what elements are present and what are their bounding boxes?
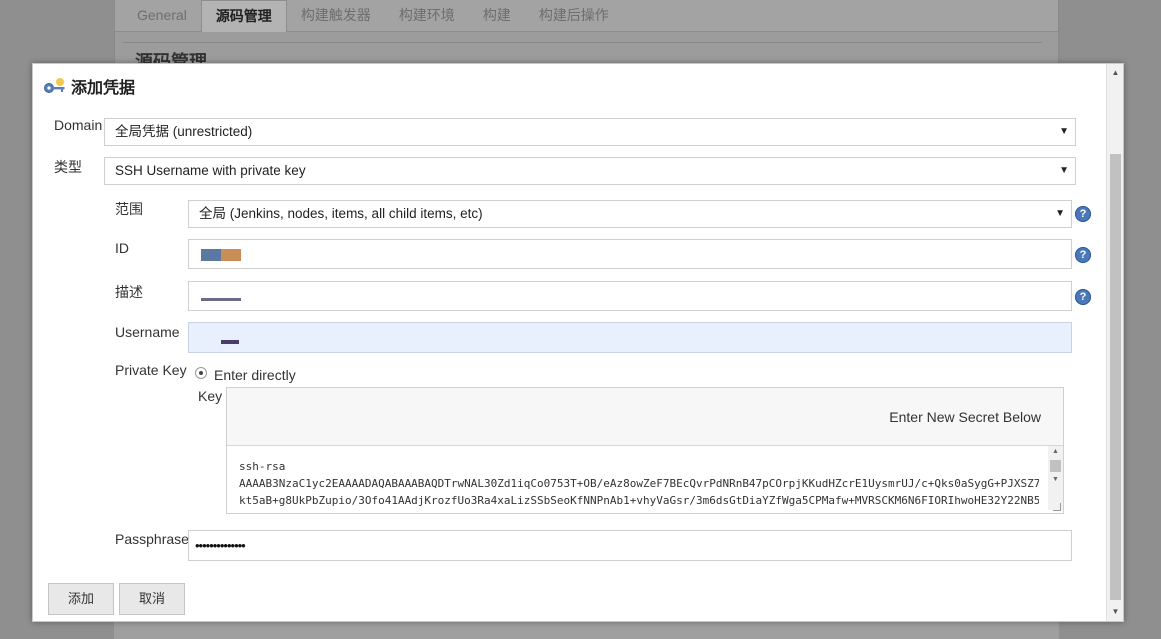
key-line: AAAAB3NzaC1yc2EAAAADAQABAAABAQDTrwNAL30Z… [239, 477, 1039, 490]
key-line: ssh-rsa [239, 460, 286, 473]
description-label: 描述 [115, 284, 143, 300]
description-input[interactable] [188, 281, 1072, 311]
scope-select-value: 全局 (Jenkins, nodes, items, all child ite… [199, 206, 483, 221]
enter-directly-radio[interactable] [195, 367, 207, 379]
scroll-up-icon[interactable]: ▲ [1048, 446, 1063, 458]
redacted-block [201, 298, 241, 301]
tab-source-code-management[interactable]: 源码管理 [200, 0, 287, 32]
username-input[interactable] [188, 322, 1072, 353]
tab-build-environment[interactable]: 构建环境 [385, 0, 469, 32]
id-label: ID [115, 240, 129, 256]
chevron-down-icon: ▼ [1055, 208, 1065, 219]
dialog-scrollbar[interactable]: ▲ ▼ [1106, 64, 1123, 621]
background-footer [114, 622, 1059, 639]
scope-label: 范围 [115, 201, 143, 217]
domain-select[interactable]: 全局凭据 (unrestricted) ▼ [104, 118, 1076, 146]
key-line: kt5aB+g8UkPbZupio/3Ofo41AAdjKrozfUo3Ra4x… [239, 494, 1039, 507]
config-tab-bar: General 源码管理 构建触发器 构建环境 构建 构建后操作 [115, 0, 1058, 32]
key-label: Key [198, 388, 223, 404]
resize-grip-icon[interactable] [1053, 503, 1061, 511]
domain-select-value: 全局凭据 (unrestricted) [115, 124, 253, 139]
dialog-title: 添加凭据 [71, 80, 136, 97]
username-label: Username [115, 324, 180, 340]
scroll-down-icon[interactable]: ▼ [1048, 474, 1063, 486]
tab-post-build-actions[interactable]: 构建后操作 [525, 0, 623, 32]
cancel-button[interactable]: 取消 [119, 583, 185, 615]
chevron-down-icon: ▼ [1059, 165, 1069, 176]
key-icon [43, 77, 67, 95]
kind-label: 类型 [54, 159, 82, 175]
private-key-box: Enter New Secret Below ssh-rsa AAAAB3Nza… [226, 387, 1064, 514]
chevron-down-icon: ▼ [1059, 126, 1069, 137]
dialog-header: 添加凭据 [33, 64, 1107, 108]
tab-build[interactable]: 构建 [469, 0, 525, 32]
textarea-scrollbar[interactable]: ▲ ▼ [1048, 446, 1063, 510]
kind-select-value: SSH Username with private key [115, 163, 306, 178]
passphrase-label: Passphrase [115, 531, 189, 547]
scope-help-icon[interactable]: ? [1075, 206, 1091, 222]
scroll-down-icon[interactable]: ▼ [1107, 605, 1123, 619]
private-key-textarea[interactable]: ssh-rsa AAAAB3NzaC1yc2EAAAADAQABAAABAQDT… [239, 458, 1039, 510]
redacted-block [201, 249, 221, 261]
scroll-up-icon[interactable]: ▲ [1107, 66, 1123, 80]
id-input[interactable] [188, 239, 1072, 269]
passphrase-input[interactable]: •••••••••••••• [188, 530, 1072, 561]
domain-label: Domain [54, 117, 103, 133]
private-key-label: Private Key [115, 362, 187, 378]
scroll-thumb[interactable] [1110, 154, 1121, 600]
secret-hint: Enter New Secret Below [889, 409, 1041, 425]
section-divider [123, 42, 1042, 43]
redacted-block [221, 249, 241, 261]
enter-directly-label[interactable]: Enter directly [214, 367, 296, 383]
redacted-block [221, 340, 239, 344]
tab-build-triggers[interactable]: 构建触发器 [287, 0, 385, 32]
add-credentials-dialog: 添加凭据 Domain 全局凭据 (unrestricted) ▼ 类型 SSH… [32, 63, 1124, 622]
scope-select[interactable]: 全局 (Jenkins, nodes, items, all child ite… [188, 200, 1072, 228]
scroll-thumb[interactable] [1050, 460, 1061, 472]
tab-general[interactable]: General [123, 0, 201, 32]
kind-select[interactable]: SSH Username with private key ▼ [104, 157, 1076, 185]
add-button[interactable]: 添加 [48, 583, 114, 615]
secret-hint-area: Enter New Secret Below [227, 388, 1063, 446]
id-help-icon[interactable]: ? [1075, 247, 1091, 263]
description-help-icon[interactable]: ? [1075, 289, 1091, 305]
